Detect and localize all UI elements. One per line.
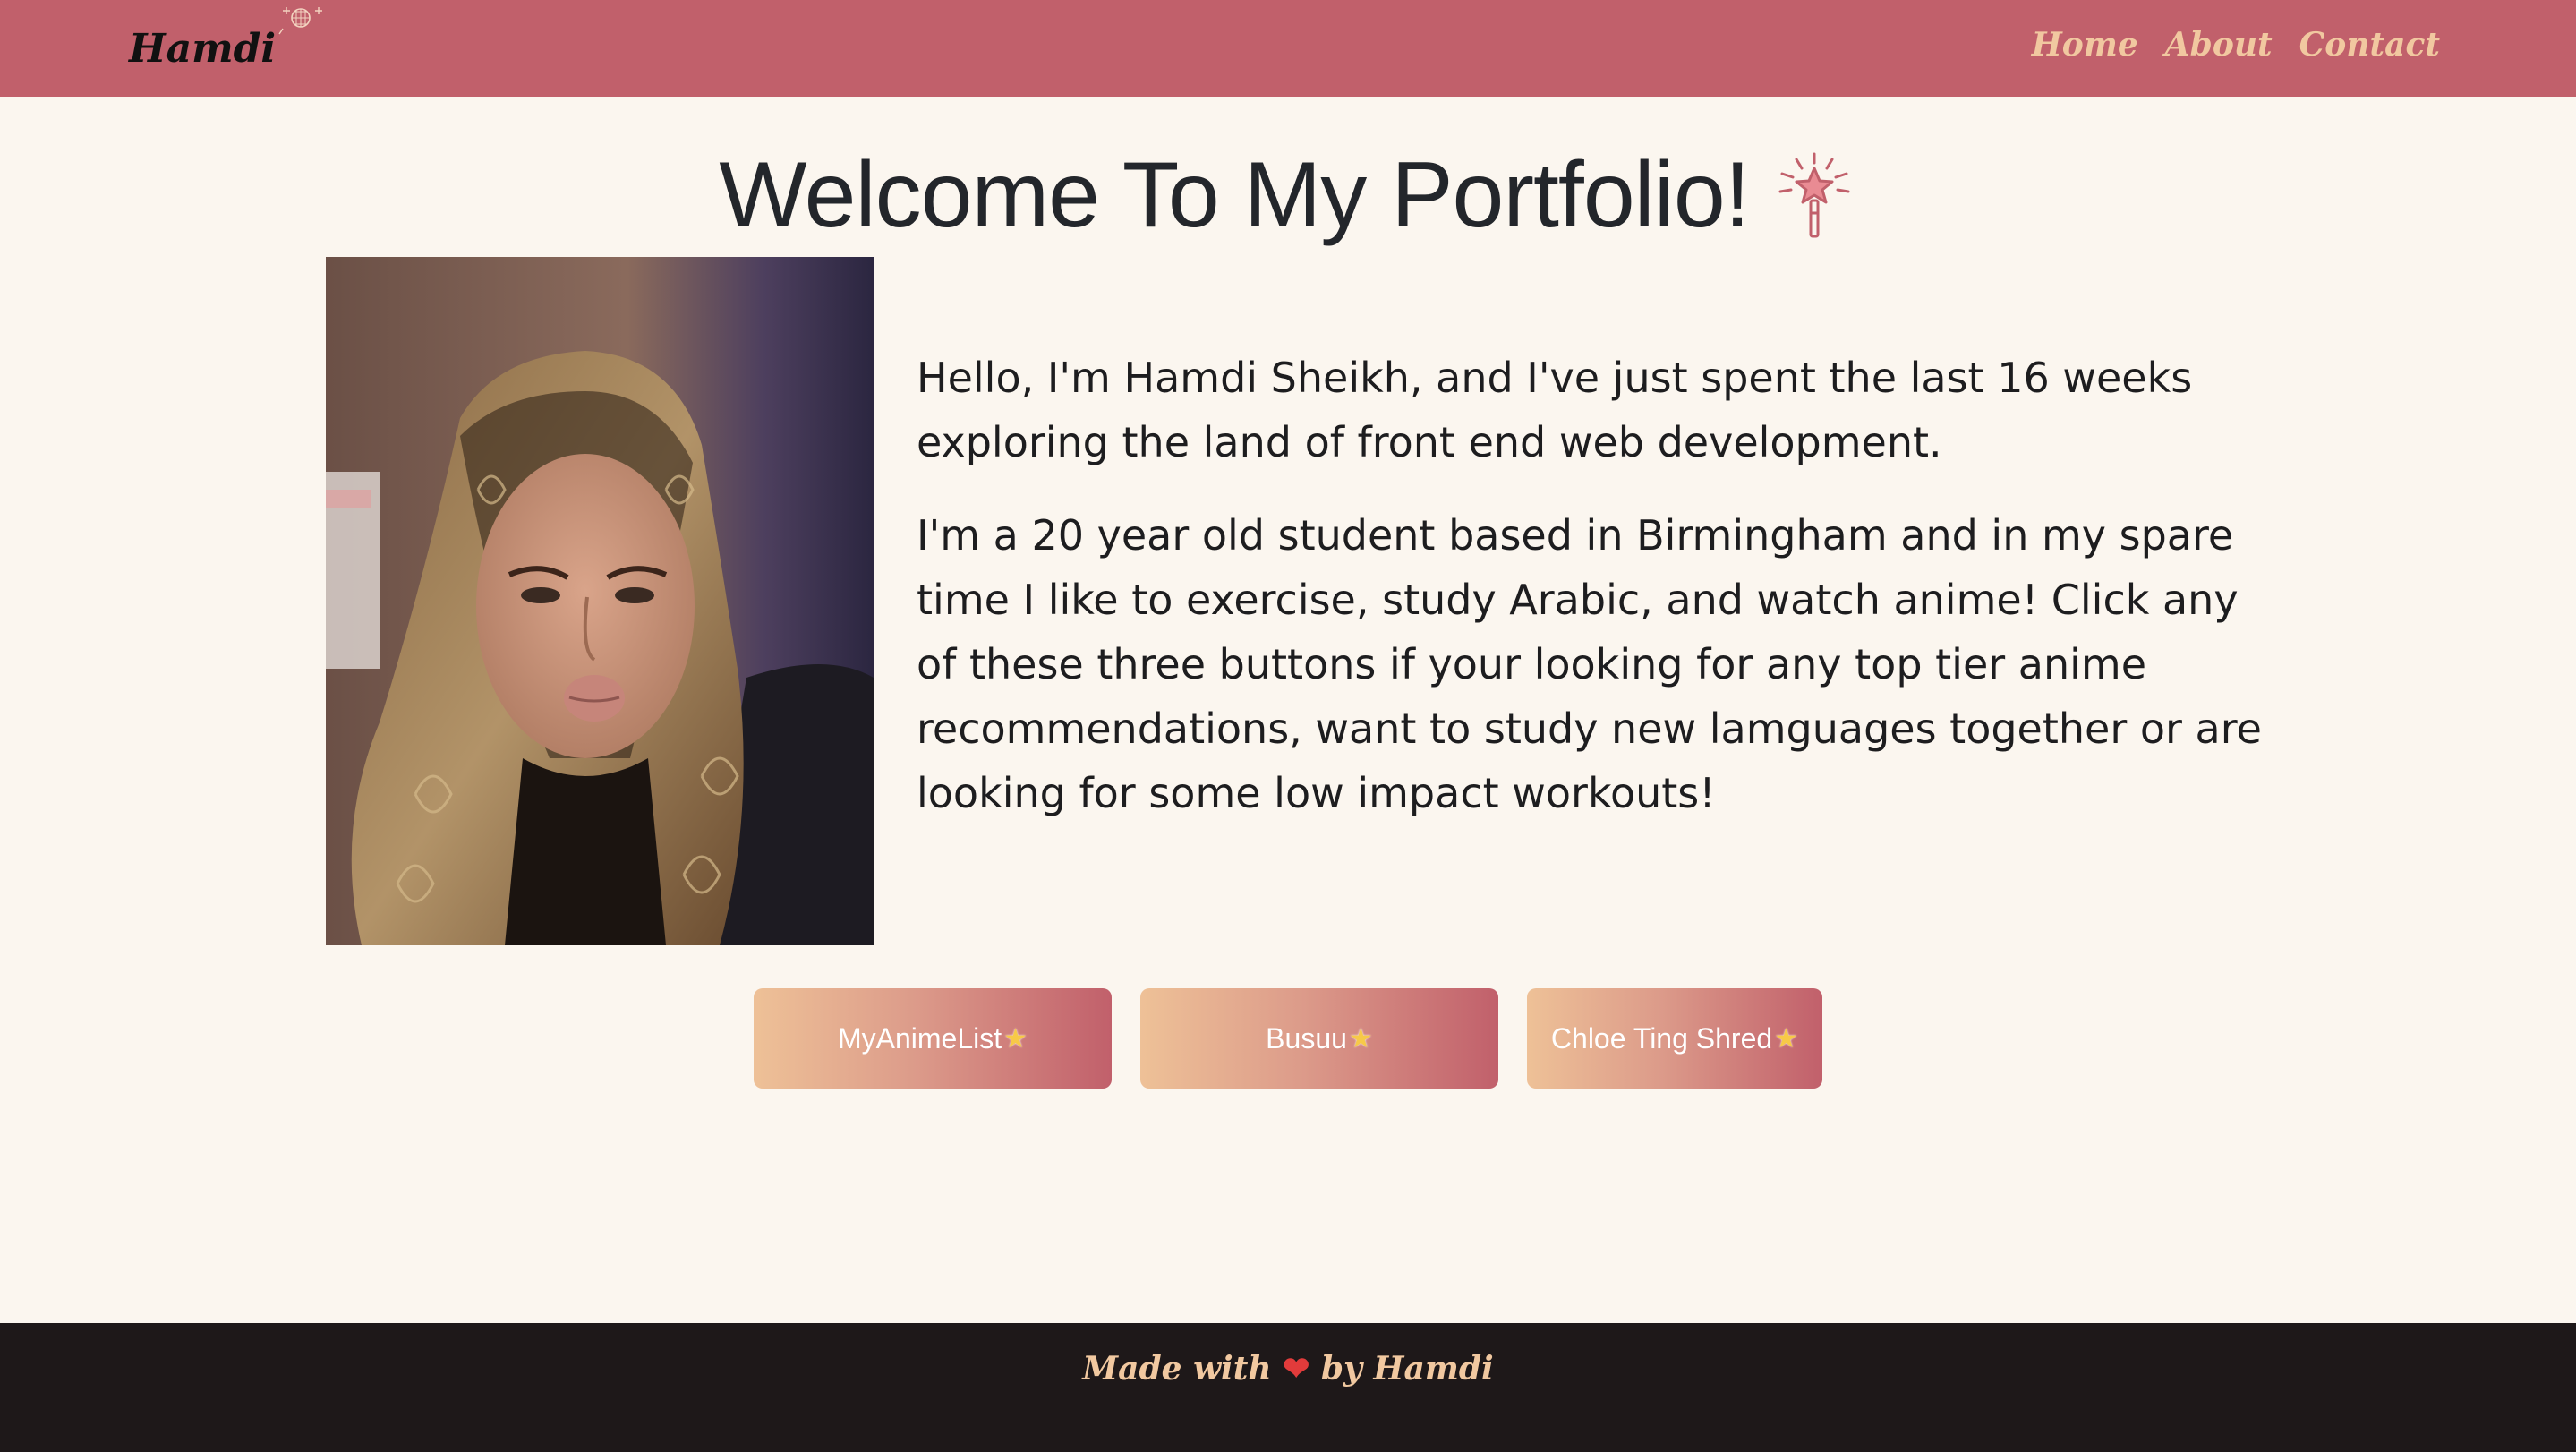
bio-paragraph: I'm a 20 year old student based in Birmi…: [917, 511, 2262, 817]
nav-about-link[interactable]: About: [2165, 26, 2273, 64]
link-buttons: MyAnimeList ★ Busuu ★ Chloe Ting Shred ★: [0, 988, 2576, 1089]
myanimelist-button[interactable]: MyAnimeList ★: [754, 988, 1112, 1089]
profile-photo-illustration: [326, 257, 874, 945]
footer-suffix: by Hamdi: [1320, 1350, 1494, 1388]
nav-contact-link[interactable]: Contact: [2299, 26, 2440, 64]
chloe-ting-shred-button-label: Chloe Ting Shred: [1550, 1021, 1773, 1055]
disco-ball-icon: [278, 7, 322, 35]
page-title: Welcome To My Portfolio!: [719, 143, 1750, 247]
navbar: Hamdi Home About Contact: [0, 0, 2576, 97]
footer-text: Made with ❤ by Hamdi: [1082, 1350, 1493, 1388]
chloe-ting-shred-button[interactable]: Chloe Ting Shred ★: [1527, 988, 1822, 1089]
nav-links: Home About Contact: [2032, 0, 2440, 90]
star-icon: ★: [1003, 1023, 1028, 1054]
heart-icon: ❤: [1283, 1350, 1310, 1388]
footer: Made with ❤ by Hamdi: [0, 1323, 2576, 1452]
star-icon: ★: [1348, 1023, 1373, 1054]
nav-home-link[interactable]: Home: [2032, 26, 2138, 64]
busuu-button-label: Busuu: [1266, 1021, 1347, 1055]
footer-prefix: Made with: [1082, 1350, 1272, 1388]
myanimelist-button-label: MyAnimeList: [837, 1021, 1002, 1055]
magic-wand-icon: [1778, 152, 1850, 238]
brand-logo[interactable]: Hamdi: [129, 13, 276, 84]
intro-paragraph: Hello, I'm Hamdi Sheikh, and I've just s…: [917, 354, 2193, 466]
star-icon: ★: [1774, 1023, 1799, 1054]
profile-photo: [326, 257, 874, 945]
hero: Welcome To My Portfolio!: [0, 141, 2576, 249]
about-section: Hello, I'm Hamdi Sheikh, and I've just s…: [917, 346, 2277, 854]
busuu-button[interactable]: Busuu ★: [1140, 988, 1498, 1089]
